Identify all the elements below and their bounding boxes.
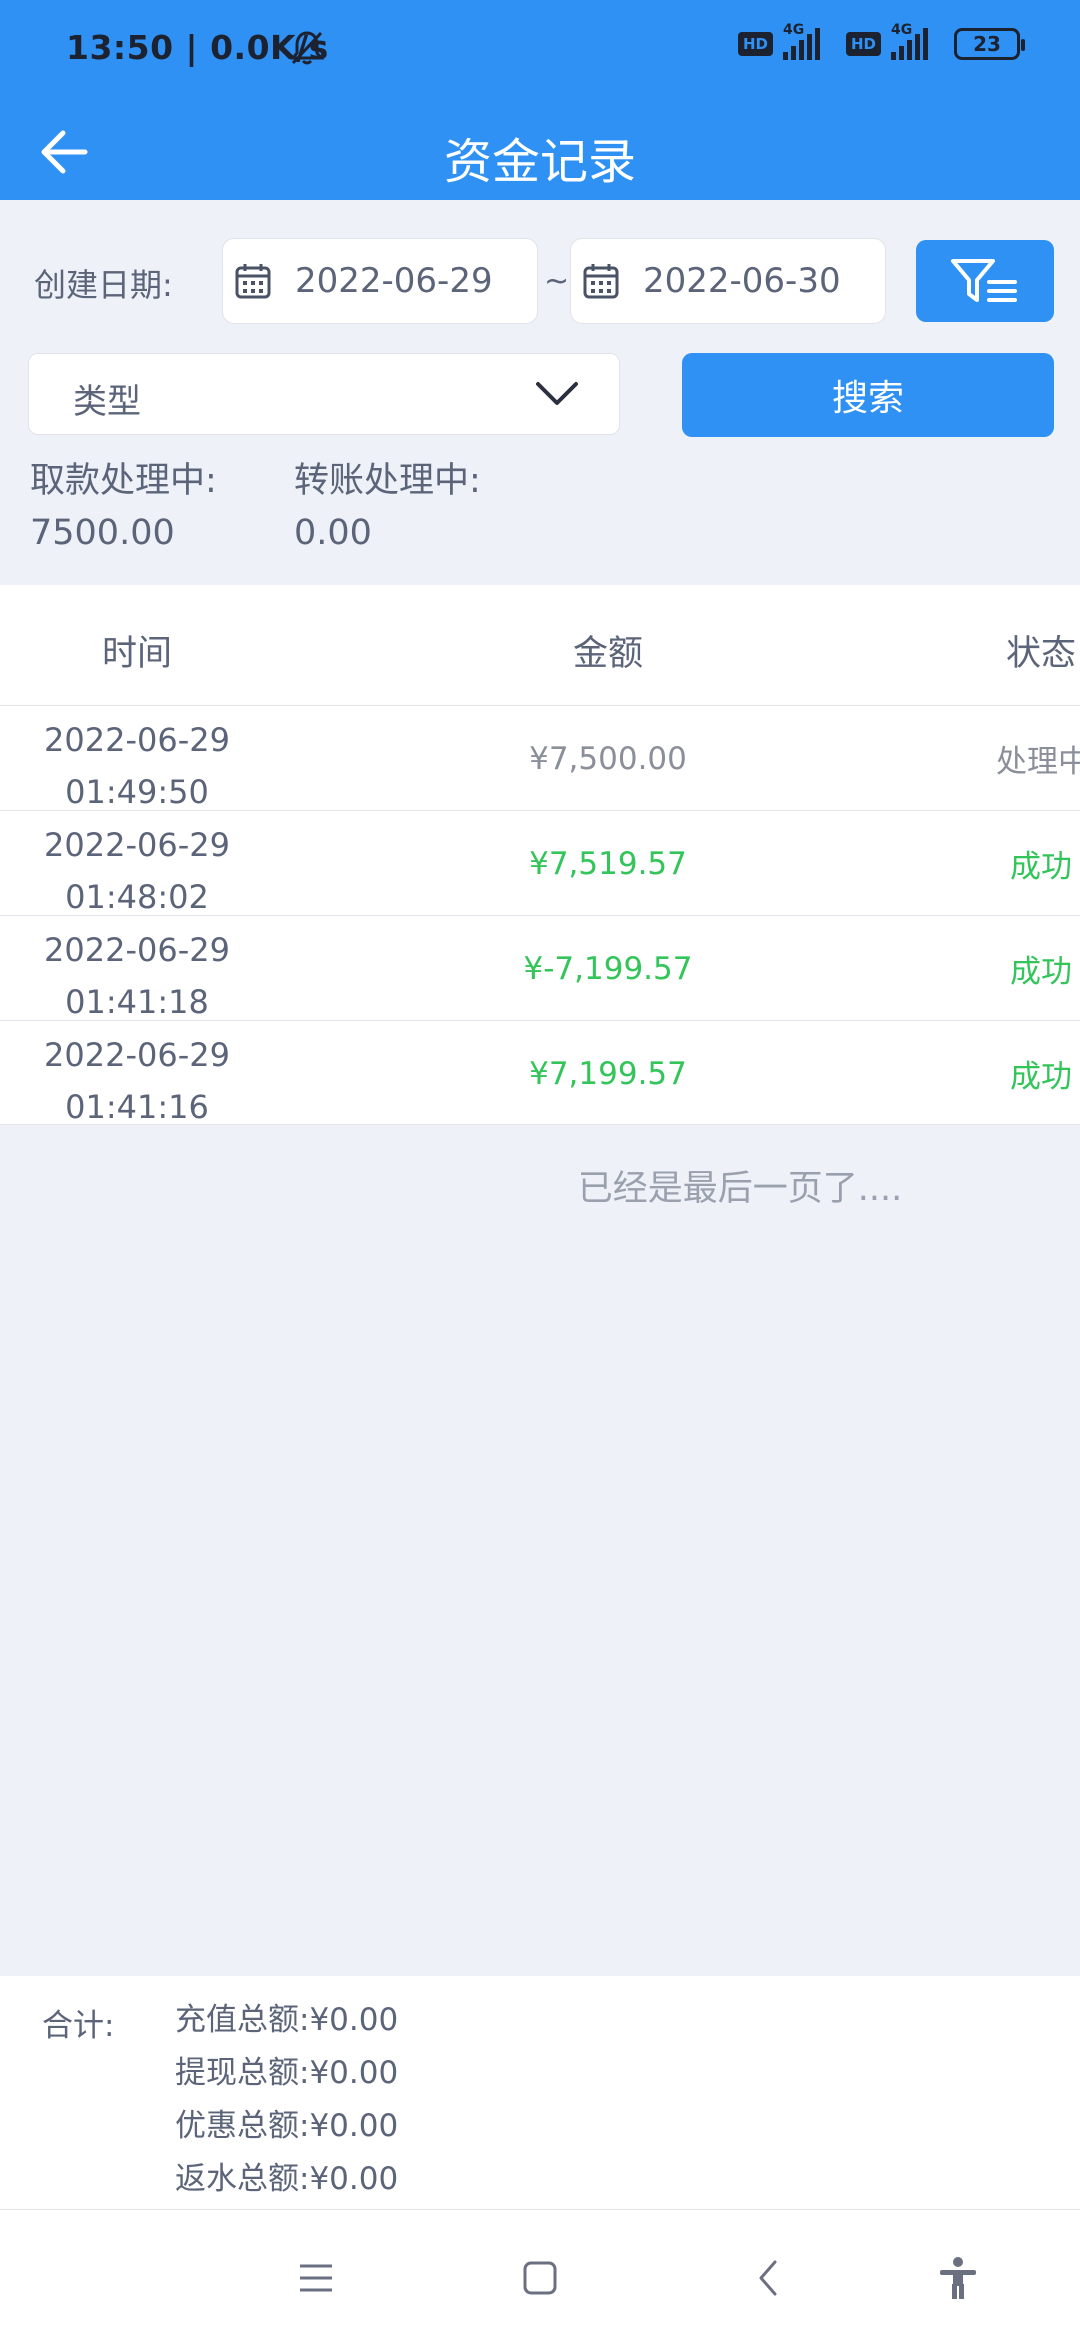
withdraw-pending-label: 取款处理中:	[30, 461, 217, 501]
back-nav-button[interactable]	[740, 2250, 796, 2306]
totals-label: 合计:	[42, 2008, 115, 2044]
calendar-icon	[581, 261, 621, 301]
row-status: 成功	[1010, 849, 1072, 885]
row-datetime: 2022-06-29 01:41:18	[44, 931, 230, 1021]
menu-nav-button[interactable]	[288, 2250, 344, 2306]
row-status: 成功	[1010, 1059, 1072, 1095]
row-amount: ¥7,199.57	[529, 1055, 687, 1092]
app-header: 资金记录	[0, 100, 1080, 200]
row-amount: ¥-7,199.57	[523, 950, 693, 987]
header-amount: 金额	[572, 634, 643, 674]
table-header: 时间 金额 状态	[0, 585, 1080, 705]
transfer-pending-value: 0.00	[294, 513, 372, 553]
end-date-value: 2022-06-30	[643, 261, 841, 301]
withdraw-pending: 取款处理中: 7500.00	[30, 455, 217, 559]
home-nav-button[interactable]	[512, 2250, 568, 2306]
filter-button[interactable]	[916, 240, 1054, 322]
transfer-pending-label: 转账处理中:	[294, 461, 481, 501]
row-status: 处理中	[996, 744, 1080, 780]
accessibility-button[interactable]	[930, 2250, 986, 2306]
battery-level: 23	[973, 32, 1001, 56]
signal-icon: 4G	[891, 22, 928, 60]
filter-panel: 创建日期: 2022-06-29 ~ 2022-06-30 类型 搜索 取款处理…	[0, 200, 1080, 585]
type-select[interactable]: 类型	[28, 353, 620, 435]
row-amount: ¥7,519.57	[529, 845, 687, 882]
menu-icon	[300, 2264, 332, 2292]
search-button[interactable]: 搜索	[682, 353, 1054, 437]
end-date-field[interactable]: 2022-06-30	[570, 238, 886, 324]
row-status: 成功	[1010, 954, 1072, 990]
total-deposit: 充值总额:¥0.00	[175, 2002, 399, 2038]
chevron-down-icon	[536, 382, 578, 405]
calendar-icon	[233, 261, 273, 301]
total-bonus: 优惠总额:¥0.00	[175, 2108, 399, 2144]
battery-icon: 23	[954, 28, 1025, 60]
header-status: 状态	[1006, 634, 1077, 674]
row-datetime: 2022-06-29 01:49:50	[44, 721, 230, 811]
withdraw-pending-value: 7500.00	[30, 513, 175, 553]
table-row[interactable]: 2022-06-29 01:48:02 ¥7,519.57 成功	[0, 810, 1080, 916]
page-title: 资金记录	[443, 134, 636, 190]
date-label: 创建日期:	[34, 266, 173, 304]
start-date-value: 2022-06-29	[295, 261, 493, 301]
end-of-list-text: 已经是最后一页了....	[577, 1169, 903, 1209]
home-square-icon	[523, 2261, 557, 2295]
table-row[interactable]: 2022-06-29 01:49:50 ¥7,500.00 处理中	[0, 705, 1080, 811]
mute-bell-icon	[289, 30, 325, 66]
totals-panel: 合计: 充值总额:¥0.00 提现总额:¥0.00 优惠总额:¥0.00 返水总…	[0, 1976, 1080, 2210]
table-row[interactable]: 2022-06-29 01:41:16 ¥7,199.57 成功	[0, 1020, 1080, 1126]
row-amount: ¥7,500.00	[529, 740, 687, 777]
chevron-left-icon	[759, 2260, 777, 2296]
table-row[interactable]: 2022-06-29 01:41:18 ¥-7,199.57 成功	[0, 915, 1080, 1021]
hd-badge: HD	[737, 32, 773, 56]
total-rebate: 返水总额:¥0.00	[175, 2161, 399, 2197]
system-nav-bar	[0, 2210, 1080, 2340]
filter-icon	[951, 259, 1017, 302]
signal-icon: 4G	[782, 22, 820, 60]
start-date-field[interactable]: 2022-06-29	[222, 238, 538, 324]
header-time: 时间	[101, 634, 172, 674]
type-select-value: 类型	[73, 382, 141, 422]
status-bar: 13:50 | 0.0K/s HD 4G HD 4G 23	[0, 0, 1080, 100]
records-table: 时间 金额 状态 2022-06-29 01:49:50 ¥7,500.00 处…	[0, 585, 1080, 1126]
row-datetime: 2022-06-29 01:48:02	[44, 826, 230, 916]
hd-badge: HD	[845, 32, 881, 56]
date-separator: ~	[544, 264, 570, 299]
transfer-pending: 转账处理中: 0.00	[294, 455, 481, 559]
row-datetime: 2022-06-29 01:41:16	[44, 1036, 230, 1126]
total-withdraw: 提现总额:¥0.00	[175, 2055, 399, 2091]
accessibility-icon	[940, 2257, 976, 2299]
